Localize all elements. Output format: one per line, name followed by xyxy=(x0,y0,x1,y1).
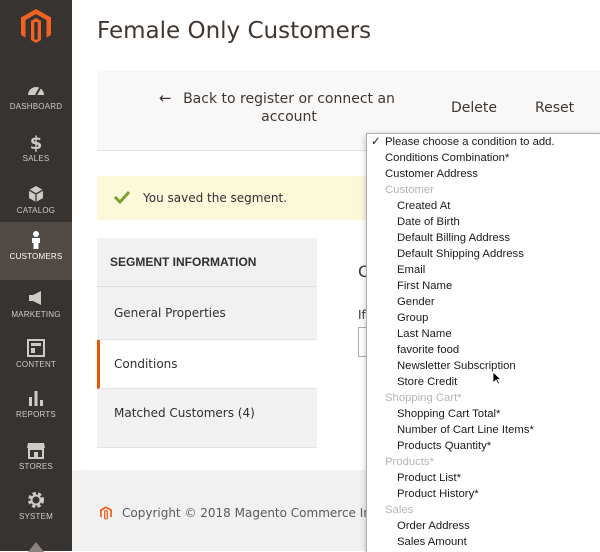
nav-label: CONTENT xyxy=(15,360,57,369)
megaphone-icon xyxy=(29,291,41,305)
nav-system[interactable]: SYSTEM xyxy=(0,482,72,534)
nav-customers[interactable]: CUSTOMERS xyxy=(0,222,72,280)
person-icon xyxy=(32,231,40,249)
nav-reports[interactable]: REPORTS xyxy=(0,380,72,432)
dropdown-option[interactable]: favorite food xyxy=(367,342,600,358)
dropdown-group-label: Sales xyxy=(385,504,414,516)
dropdown-option[interactable]: Default Billing Address xyxy=(367,230,600,246)
page-title: Female Only Customers xyxy=(97,18,372,44)
tabs-title: SEGMENT INFORMATION xyxy=(97,238,317,287)
dropdown-option[interactable]: Newsletter Subscription xyxy=(367,358,600,374)
tab-matched-customers[interactable]: Matched Customers (4) xyxy=(97,389,317,448)
dropdown-option-label: Please choose a condition to add. xyxy=(385,136,555,148)
back-button-label: Back to register or connect an account xyxy=(183,91,395,125)
nav-dashboard[interactable]: DASHBOARD xyxy=(0,72,72,124)
dropdown-option[interactable]: Default Shipping Address xyxy=(367,246,600,262)
svg-text:$: $ xyxy=(30,133,43,152)
dropdown-group-label: Shopping Cart* xyxy=(385,392,462,404)
dropdown-option[interactable]: Gender xyxy=(367,294,600,310)
back-button[interactable]: ← Back to register or connect an account xyxy=(157,89,397,126)
arrow-left-icon: ← xyxy=(159,89,172,107)
dropdown-option[interactable]: Products Quantity* xyxy=(367,438,600,454)
magento-logo-icon[interactable] xyxy=(16,6,56,46)
dropdown-option[interactable]: Store Credit xyxy=(367,374,600,390)
tab-conditions[interactable]: Conditions xyxy=(97,340,317,389)
checkmark-icon xyxy=(113,190,131,205)
cube-icon xyxy=(28,186,44,202)
nav-catalog[interactable]: CATALOG xyxy=(0,176,72,228)
layout-icon xyxy=(27,339,45,357)
dropdown-option[interactable]: Email xyxy=(367,262,600,278)
dropdown-group-label: Products* xyxy=(385,456,434,468)
gear-icon xyxy=(28,492,44,508)
dropdown-option[interactable]: Conditions Combination* xyxy=(367,150,600,166)
nav-content[interactable]: CONTENT xyxy=(0,330,72,382)
magento-logo-icon xyxy=(100,506,112,520)
nav-marketing[interactable]: MARKETING xyxy=(0,280,72,332)
nav-label: CUSTOMERS xyxy=(9,252,63,261)
dropdown-group-label: Customer xyxy=(385,184,434,196)
speedometer-icon xyxy=(28,87,44,96)
dropdown-option[interactable]: Customer Address xyxy=(367,166,600,182)
nav-stores[interactable]: STORES xyxy=(0,432,72,484)
tab-general-properties[interactable]: General Properties xyxy=(97,287,317,340)
reset-button[interactable]: Reset xyxy=(535,100,574,116)
dropdown-option-selected[interactable]: ✓ Please choose a condition to add. xyxy=(367,134,600,150)
copyright-text: Copyright © 2018 Magento Commerce Inc. A xyxy=(122,506,394,520)
nav-sales[interactable]: $ SALES xyxy=(0,124,72,176)
dropdown-option[interactable]: First Name xyxy=(367,278,600,294)
partners-icon xyxy=(28,542,44,552)
dropdown-option[interactable]: Shopping Cart Total* xyxy=(367,406,600,422)
nav-label: SYSTEM xyxy=(18,512,54,521)
storefront-icon xyxy=(27,443,45,459)
nav-label: REPORTS xyxy=(16,410,56,419)
segment-tabs: SEGMENT INFORMATION General Properties C… xyxy=(97,238,317,448)
dropdown-option[interactable]: Last Name xyxy=(367,326,600,342)
dollar-icon: $ xyxy=(30,133,43,152)
dropdown-option[interactable]: Sales Amount xyxy=(367,534,600,550)
nav-label: MARKETING xyxy=(11,310,61,319)
condition-dropdown-list[interactable]: ✓ Please choose a condition to add. Condi… xyxy=(366,133,600,552)
dropdown-option[interactable]: Product List* xyxy=(367,470,600,486)
nav-label: DASHBOARD xyxy=(9,102,63,111)
checkmark-icon: ✓ xyxy=(371,136,381,148)
conditions-if-label: If xyxy=(358,308,366,322)
dropdown-option[interactable]: Created At xyxy=(367,198,600,214)
dropdown-option[interactable]: Product History* xyxy=(367,486,600,502)
dropdown-option[interactable]: Order Address xyxy=(367,518,600,534)
nav-label: SALES xyxy=(22,154,50,163)
nav-label: STORES xyxy=(19,462,53,471)
delete-button[interactable]: Delete xyxy=(451,100,497,116)
admin-sidebar: DASHBOARD $ SALES CATALOG CUSTOMERS MARK… xyxy=(0,0,72,552)
success-message-text: You saved the segment. xyxy=(143,191,287,205)
mouse-cursor-icon xyxy=(492,371,502,385)
dropdown-option[interactable]: Date of Birth xyxy=(367,214,600,230)
bar-chart-icon xyxy=(29,391,43,406)
dropdown-option[interactable]: Group xyxy=(367,310,600,326)
nav-label: CATALOG xyxy=(16,206,56,215)
dropdown-option[interactable]: Number of Cart Line Items* xyxy=(367,422,600,438)
